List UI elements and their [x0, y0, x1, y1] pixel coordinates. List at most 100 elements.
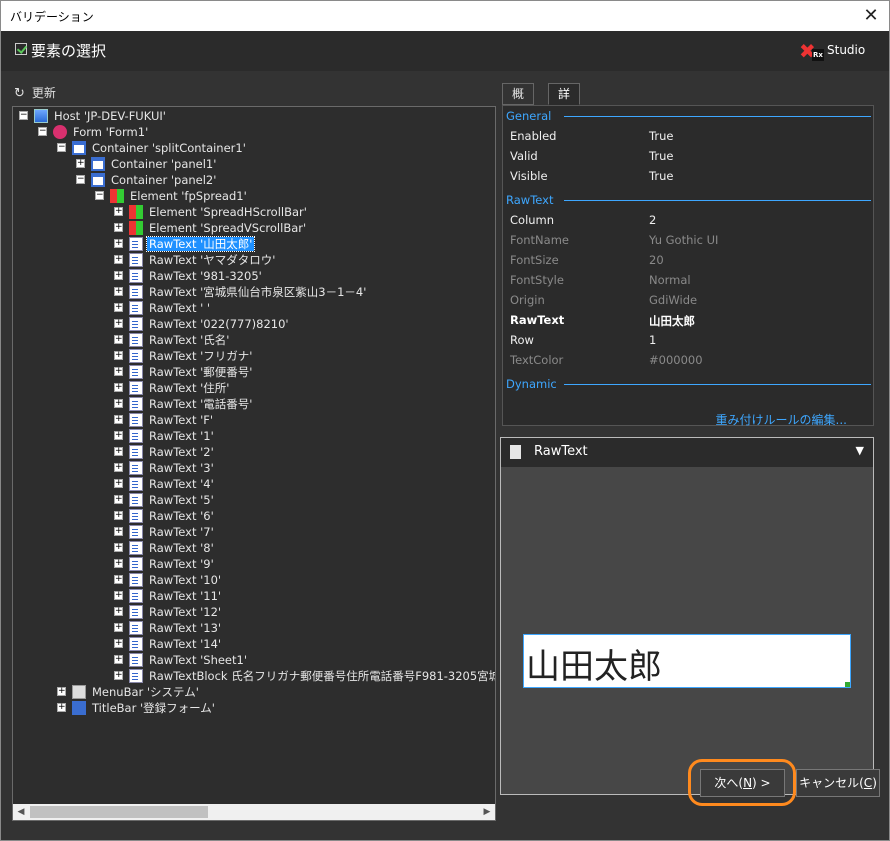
expand-icon[interactable]: +	[114, 575, 123, 584]
tree-node[interactable]: − Host 'JP-DEV-FUKUI'	[19, 108, 168, 124]
expand-icon[interactable]: +	[57, 703, 66, 712]
property-row[interactable]: Valid True	[510, 149, 870, 165]
expand-icon[interactable]: +	[114, 559, 123, 568]
property-row[interactable]: RawText 山田太郎	[510, 313, 870, 329]
close-icon[interactable]: ✕	[859, 4, 883, 28]
collapse-icon[interactable]: −	[38, 127, 47, 136]
tree-node[interactable]: + RawText '8'	[114, 540, 216, 556]
expand-icon[interactable]: +	[114, 655, 123, 664]
tree-node[interactable]: + RawText '1'	[114, 428, 216, 444]
expand-icon[interactable]: +	[114, 671, 123, 680]
tree-node[interactable]: + RawText '022(777)8210'	[114, 316, 291, 332]
tree-node[interactable]: − Form 'Form1'	[38, 124, 150, 140]
tab-overview[interactable]: 概要	[502, 83, 535, 121]
tree-node[interactable]: + Container 'panel1'	[76, 156, 218, 172]
next-button[interactable]: 次へ(N) >	[700, 769, 785, 797]
expand-icon[interactable]: +	[114, 607, 123, 616]
element-tree[interactable]: − Host 'JP-DEV-FUKUI' − Form 'Form1' − Contai…	[12, 106, 496, 821]
tree-node[interactable]: + RawText '氏名'	[114, 332, 231, 348]
tree-node[interactable]: + RawText '4'	[114, 476, 216, 492]
property-row[interactable]: FontSize 20	[510, 253, 870, 269]
tree-node[interactable]: + RawTextBlock 氏名フリガナ郵便番号住所電話番号F981-3205宮…	[114, 668, 495, 684]
expand-icon[interactable]: +	[114, 335, 123, 344]
tree-node[interactable]: + RawText '10'	[114, 572, 223, 588]
tree-node[interactable]: − Container 'panel2'	[76, 172, 218, 188]
tree-node[interactable]: + RawText 'フリガナ'	[114, 348, 254, 364]
expand-icon[interactable]: +	[114, 415, 123, 424]
tree-node[interactable]: + RawText '電話番号'	[114, 396, 254, 412]
tree-node[interactable]: − Element 'fpSpread1'	[95, 188, 249, 204]
property-row[interactable]: Visible True	[510, 169, 870, 185]
collapse-icon[interactable]: −	[76, 175, 85, 184]
property-row[interactable]: Origin GdiWide	[510, 293, 870, 309]
property-row[interactable]: TextColor #000000	[510, 353, 870, 369]
tree-node[interactable]: + RawText '14'	[114, 636, 223, 652]
property-row[interactable]: FontStyle Normal	[510, 273, 870, 289]
expand-icon[interactable]: +	[114, 527, 123, 536]
expand-icon[interactable]: +	[114, 383, 123, 392]
property-row[interactable]: Column 2	[510, 213, 870, 229]
expand-icon[interactable]: +	[114, 447, 123, 456]
tab-details[interactable]: 詳細	[548, 83, 581, 121]
expand-icon[interactable]: +	[114, 303, 123, 312]
tree-node[interactable]: + RawText '3'	[114, 460, 216, 476]
tree-horizontal-scrollbar[interactable]: ◀ ▶	[13, 804, 495, 820]
expand-icon[interactable]: +	[114, 223, 123, 232]
property-row[interactable]: Row 1	[510, 333, 870, 349]
tree-node[interactable]: + RawText '13'	[114, 620, 223, 636]
expand-icon[interactable]: +	[114, 495, 123, 504]
tree-node[interactable]: + RawText '郵便番号'	[114, 364, 254, 380]
expand-icon[interactable]: +	[114, 287, 123, 296]
scroll-left-icon[interactable]: ◀	[13, 804, 29, 820]
scroll-thumb[interactable]	[30, 806, 208, 818]
property-row[interactable]: FontName Yu Gothic UI	[510, 233, 870, 249]
expand-icon[interactable]: +	[114, 639, 123, 648]
edit-weight-rules-link[interactable]: 重み付けルールの編集...	[716, 411, 847, 428]
expand-icon[interactable]: +	[76, 159, 85, 168]
tree-node[interactable]: + RawText '981-3205'	[114, 268, 264, 284]
tree-node[interactable]: + RawText 'F'	[114, 412, 215, 428]
expand-icon[interactable]: +	[114, 271, 123, 280]
tree-node[interactable]: + RawText '7'	[114, 524, 216, 540]
tree-node[interactable]: + RawText '12'	[114, 604, 223, 620]
tree-node[interactable]: + RawText '2'	[114, 444, 216, 460]
collapse-icon[interactable]: −	[57, 143, 66, 152]
expand-icon[interactable]: +	[114, 623, 123, 632]
expand-icon[interactable]: +	[114, 543, 123, 552]
chevron-down-icon[interactable]: ▼	[856, 444, 864, 457]
expand-icon[interactable]: +	[114, 431, 123, 440]
expand-icon[interactable]: +	[114, 591, 123, 600]
expand-icon[interactable]: +	[114, 319, 123, 328]
tree-node[interactable]: + RawText '5'	[114, 492, 216, 508]
tree-node[interactable]: + TitleBar '登録フォーム'	[57, 700, 217, 716]
tree-node[interactable]: − Container 'splitContainer1'	[57, 140, 248, 156]
expand-icon[interactable]: +	[114, 479, 123, 488]
expand-icon[interactable]: +	[57, 687, 66, 696]
tree-node[interactable]: + RawText ' '	[114, 300, 212, 316]
expand-icon[interactable]: +	[114, 399, 123, 408]
tree-node[interactable]: + RawText '9'	[114, 556, 216, 572]
tree-node[interactable]: + RawText '11'	[114, 588, 223, 604]
collapse-icon[interactable]: −	[19, 111, 28, 120]
refresh-button[interactable]: ↻ 更新	[14, 84, 56, 101]
tree-node[interactable]: + RawText '山田太郎'	[114, 236, 256, 252]
tree-node[interactable]: + MenuBar 'システム'	[57, 684, 201, 700]
expand-icon[interactable]: +	[114, 239, 123, 248]
preview-header[interactable]: RawText ▼	[501, 438, 873, 467]
expand-icon[interactable]: +	[114, 351, 123, 360]
tree-node[interactable]: + RawText '6'	[114, 508, 216, 524]
expand-icon[interactable]: +	[114, 207, 123, 216]
expand-icon[interactable]: +	[114, 463, 123, 472]
tree-node[interactable]: + Element 'SpreadVScrollBar'	[114, 220, 308, 236]
property-row[interactable]: Enabled True	[510, 129, 870, 145]
tree-node[interactable]: + RawText 'ヤマダタロウ'	[114, 252, 277, 268]
cancel-button[interactable]: キャンセル(C)	[796, 769, 880, 797]
expand-icon[interactable]: +	[114, 255, 123, 264]
tree-node[interactable]: + RawText '宮城県仙台市泉区紫山3－1－4'	[114, 284, 368, 300]
collapse-icon[interactable]: −	[95, 191, 104, 200]
expand-icon[interactable]: +	[114, 511, 123, 520]
tree-node[interactable]: + Element 'SpreadHScrollBar'	[114, 204, 309, 220]
scroll-right-icon[interactable]: ▶	[479, 804, 495, 820]
tree-node[interactable]: + RawText '住所'	[114, 380, 231, 396]
expand-icon[interactable]: +	[114, 367, 123, 376]
